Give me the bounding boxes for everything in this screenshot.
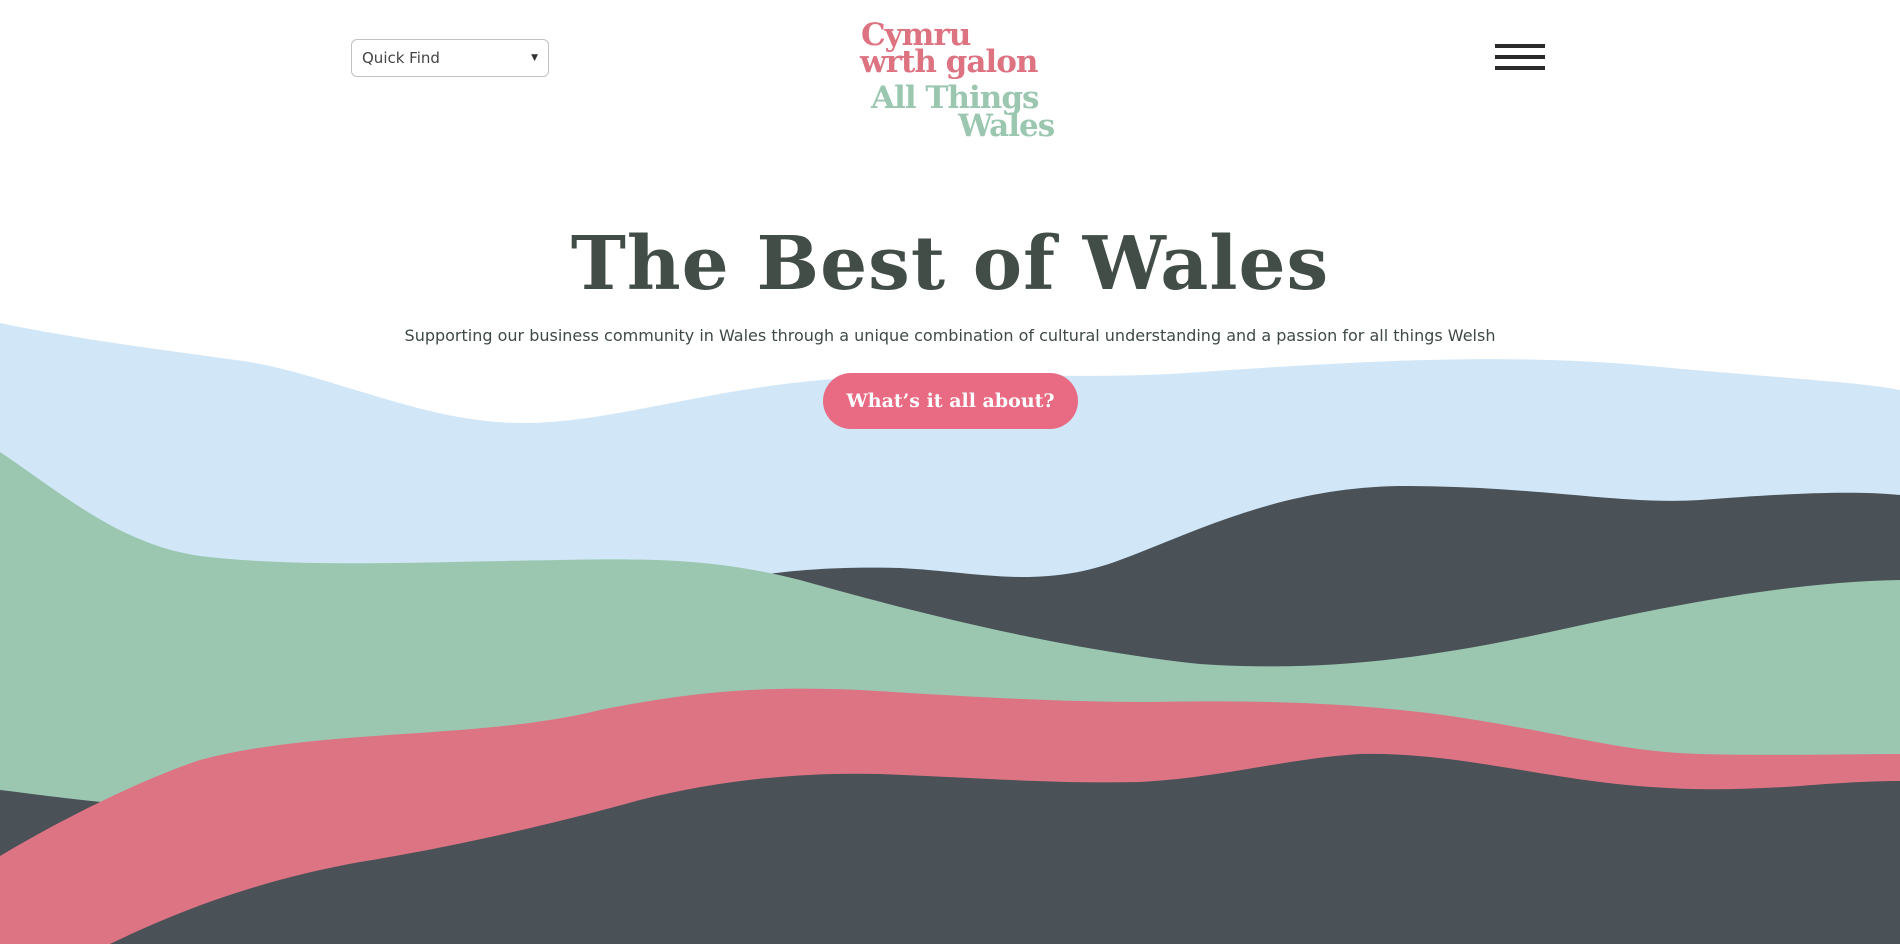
hero-subtitle: Supporting our business community in Wal…	[404, 326, 1496, 345]
hero-title: The Best of Wales	[570, 221, 1330, 307]
quick-find-select[interactable]: Quick Find ▼	[351, 39, 549, 77]
site-logo[interactable]: Cymru wrth galon All Things Wales	[858, 20, 1058, 145]
logo-english-line-2: Wales	[958, 108, 1055, 144]
menu-bar-top	[1495, 44, 1545, 48]
whats-it-all-about-button[interactable]: What’s it all about?	[823, 373, 1078, 429]
hamburger-menu-icon[interactable]	[1495, 44, 1545, 78]
caret-down-icon: ▼	[531, 53, 538, 63]
logo-welsh-line-2: wrth galon	[860, 44, 1038, 80]
quick-find-label: Quick Find	[362, 49, 440, 67]
page: Quick Find ▼ Cymru wrth galon All Things…	[0, 0, 1900, 944]
menu-bar-middle	[1495, 55, 1545, 59]
menu-bar-bottom	[1495, 66, 1545, 70]
